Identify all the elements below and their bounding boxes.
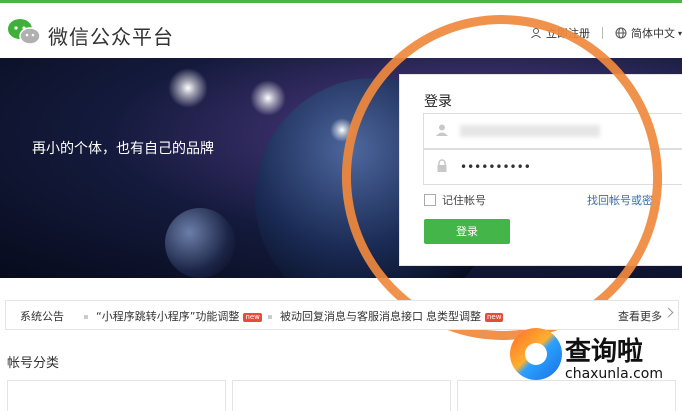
moon-image <box>165 208 235 278</box>
wechat-logo-icon <box>8 19 41 45</box>
watermark-logo-icon <box>510 328 562 380</box>
divider <box>601 27 603 39</box>
language-select[interactable]: 简体中文 <box>631 25 675 41</box>
star-flare <box>250 80 286 116</box>
bullet <box>84 315 88 319</box>
view-more-link[interactable]: 查看更多 <box>618 308 662 324</box>
section-title: 帐号分类 <box>7 356 60 371</box>
bullet <box>268 315 272 319</box>
account-type-card[interactable] <box>232 380 451 411</box>
watermark-text: 查询啦 <box>565 337 644 367</box>
new-badge: new <box>485 312 504 322</box>
watermark: 查询啦 chaxunla.com <box>505 323 682 410</box>
hero-slogan: 再小的个体，也有自己的品牌 <box>32 141 214 157</box>
account-type-card[interactable] <box>7 380 226 411</box>
brand-title[interactable]: 微信公众平台 <box>48 21 174 50</box>
star-flare <box>168 68 208 108</box>
new-badge: new <box>243 312 262 322</box>
chevron-right-icon[interactable] <box>663 307 674 318</box>
globe-icon <box>615 27 627 39</box>
notice-item[interactable]: “小程序跳转小程序”功能调整 new <box>84 308 262 324</box>
notice-item[interactable]: 被动回复消息与客服消息接口 <box>268 308 423 324</box>
notice-item[interactable]: 息类型调整 new <box>426 308 504 324</box>
watermark-url: chaxunla.com <box>565 366 663 382</box>
chevron-down-icon[interactable]: ▾ <box>678 29 682 38</box>
notice-label: 系统公告 <box>20 310 64 323</box>
